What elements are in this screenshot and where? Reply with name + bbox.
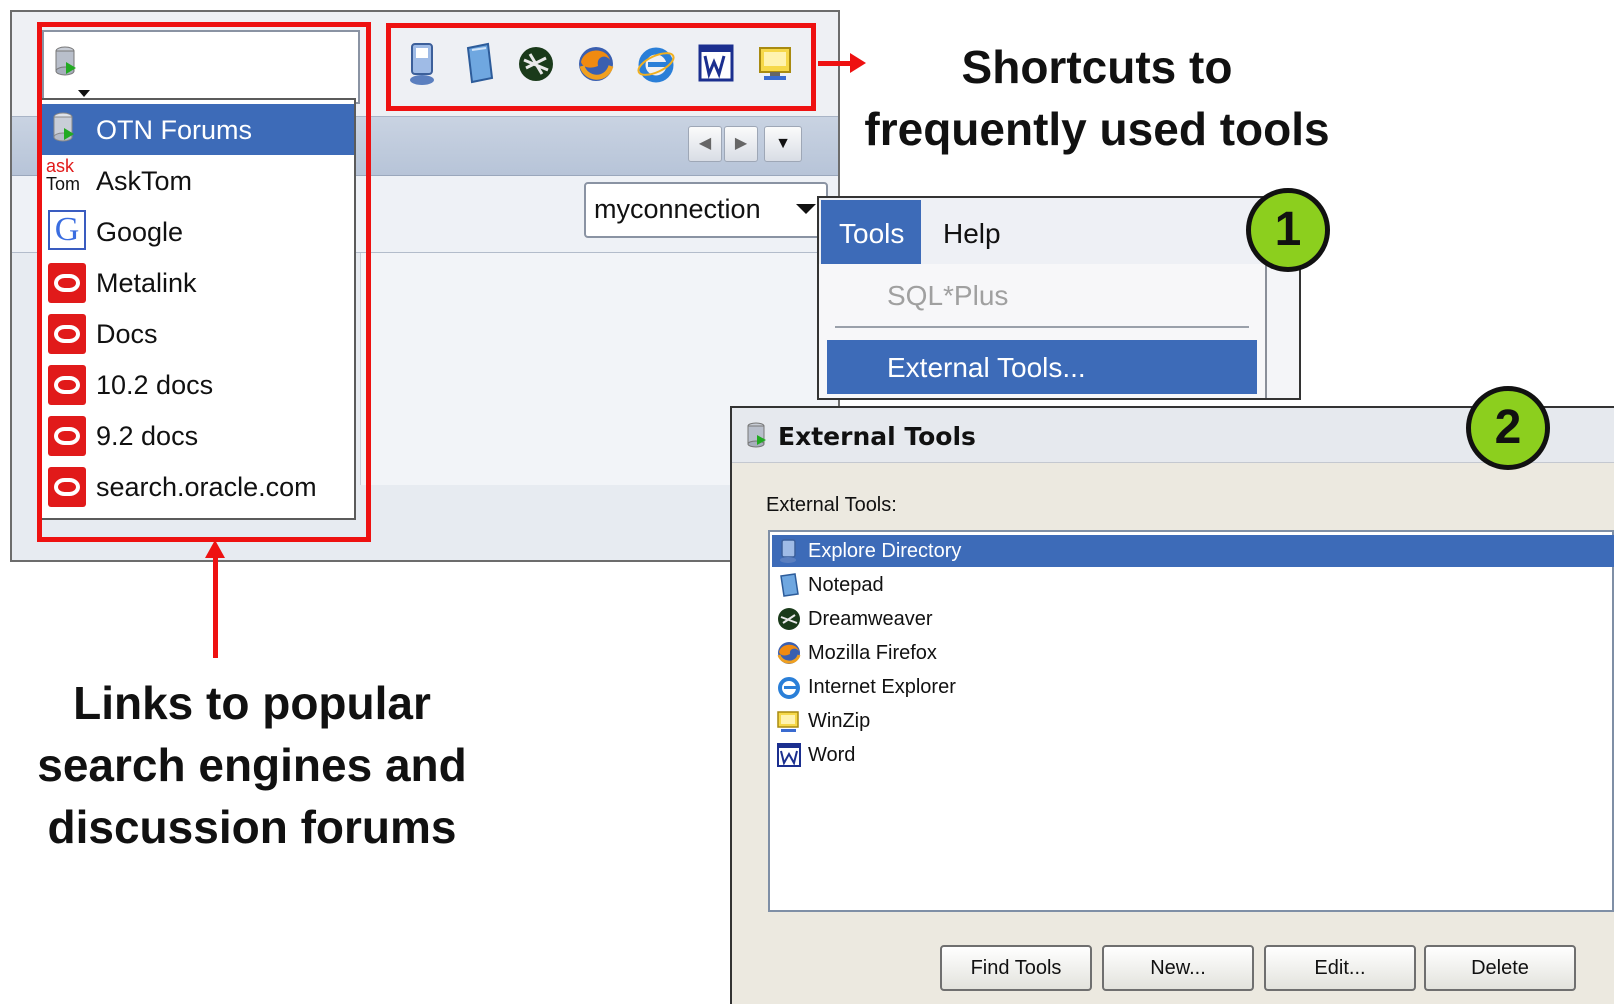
external-tools-list: Explore Directory Notepad Dreamweaver Mo… [768, 530, 1614, 912]
tool-item-internet-explorer[interactable]: Internet Explorer [772, 671, 1614, 703]
menu-bar: Tools Help [819, 198, 1299, 265]
step-badge-1: 1 [1246, 188, 1330, 272]
word-icon [777, 743, 801, 767]
new-button[interactable]: New... [1102, 945, 1254, 991]
tool-item-firefox[interactable]: Mozilla Firefox [772, 637, 1614, 669]
menu-help[interactable]: Help [927, 200, 1027, 264]
links-caption: Links to popular search engines and disc… [37, 677, 467, 853]
winzip-icon [777, 711, 799, 732]
menu-item-external-tools[interactable]: External Tools... [827, 340, 1257, 394]
tool-list-label: External Tools: [766, 494, 897, 516]
tools-dropdown: SQL*Plus External Tools... [819, 264, 1267, 398]
internet-explorer-icon [778, 677, 800, 699]
menu-item-sqlplus: SQL*Plus [887, 280, 1009, 311]
connection-combo[interactable]: myconnection [584, 182, 828, 238]
chevron-down-icon [796, 204, 816, 214]
database-icon [747, 422, 766, 448]
links-highlight-box [37, 22, 371, 542]
tools-menu-window: Tools Help SQL*Plus External Tools... [817, 196, 1301, 400]
find-tools-button[interactable]: Find Tools [940, 945, 1092, 991]
arrow-up-icon [213, 556, 218, 658]
firefox-icon [777, 642, 801, 664]
dreamweaver-icon [778, 608, 800, 630]
tool-item-dreamweaver[interactable]: Dreamweaver [772, 603, 1614, 635]
dialog-title: External Tools [778, 422, 976, 451]
tool-item-word[interactable]: Word [772, 739, 1614, 771]
delete-button[interactable]: Delete [1424, 945, 1576, 991]
menu-tools[interactable]: Tools [821, 200, 921, 264]
arrowhead-up-icon [205, 540, 225, 558]
tool-item-notepad[interactable]: Notepad [772, 569, 1614, 601]
shortcuts-caption: Shortcuts to frequently used tools [864, 41, 1330, 155]
connection-combo-value: myconnection [594, 194, 761, 224]
menu-separator [835, 326, 1249, 328]
step-badge-2: 2 [1466, 386, 1550, 470]
shortcuts-highlight-box [386, 23, 816, 111]
tab-scroll-left-button[interactable]: ◀ [688, 126, 722, 162]
explore-directory-icon [780, 539, 796, 563]
edit-button[interactable]: Edit... [1264, 945, 1416, 991]
external-tools-dialog: External Tools External Tools: Explore D… [730, 406, 1614, 1004]
tool-item-explore-directory[interactable]: Explore Directory [772, 535, 1614, 567]
tab-scroll-right-button[interactable]: ▶ [724, 126, 758, 162]
notepad-icon [780, 573, 799, 597]
tool-item-winzip[interactable]: WinZip [772, 705, 1614, 737]
tab-list-button[interactable]: ▼ [764, 126, 802, 162]
